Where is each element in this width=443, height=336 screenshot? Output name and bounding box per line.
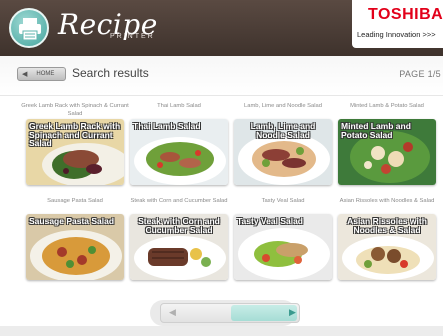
recipe-overlay-title: Minted Lamb and Potato Salad: [341, 121, 411, 140]
recipe-photo: Lamb, Lime and Noodle Salad: [234, 119, 332, 185]
home-button-label: HOME: [36, 71, 55, 77]
page-scroller-thumb[interactable]: [231, 305, 297, 321]
recipe-overlay-title: Sausage Pasta Salad: [29, 216, 115, 226]
recipe-overlay-title: Asian Rissoles with Noodles & Salad: [347, 216, 427, 235]
footer-bar: [0, 326, 443, 336]
recipe-photo: Thai Lamb Salad: [130, 119, 228, 185]
page-scroller[interactable]: ◀ ▶: [160, 303, 300, 323]
recipe-photo: Asian Rissoles with Noodles & Salad: [338, 214, 436, 280]
recipe-overlay-title: Steak with Corn and Cucumber Salad: [138, 216, 220, 235]
recipe-overlay-title: Thai Lamb Salad: [133, 121, 201, 131]
page-indicator: PAGE 1/5: [399, 69, 441, 79]
home-button[interactable]: ◀ HOME: [17, 67, 66, 81]
recipe-photo: Tasty Veal Salad: [234, 214, 332, 280]
recipe-caption: Greek Lamb Rack with Spinach & Currant S…: [21, 103, 129, 117]
recipe-caption: Tasty Veal Salad: [261, 198, 305, 204]
recipe-photo: Sausage Pasta Salad: [26, 214, 124, 280]
brand-logo: TOSHIBA Leading Innovation >>>: [352, 0, 443, 48]
left-triangle-icon[interactable]: ◀: [169, 307, 176, 318]
recipe-caption: Steak with Corn and Cucumber Salad: [130, 198, 228, 204]
page-title: Search results: [72, 66, 149, 80]
recipe-overlay-title: Lamb, Lime and Noodle Salad: [250, 121, 316, 140]
app-logo-subtitle: PRINTER: [110, 33, 155, 40]
recipe-caption: Minted Lamb & Potato Salad: [350, 103, 424, 109]
recipe-photo: Steak with Corn and Cucumber Salad: [130, 214, 228, 280]
app-header: Recipe PRINTER TOSHIBA Leading Innovatio…: [0, 0, 443, 56]
toolbar: ◀ HOME Search results PAGE 1/5: [0, 56, 443, 96]
recipe-caption: Sausage Pasta Salad: [47, 198, 103, 204]
recipe-photo: Greek Lamb Rack with Spinach and Currant…: [26, 119, 124, 185]
recipe-overlay-title: Tasty Veal Salad: [237, 216, 303, 226]
printer-icon: [9, 8, 49, 48]
recipe-caption: Asian Rissoles with Noodles & Salad: [339, 198, 435, 204]
brand-name: TOSHIBA: [368, 6, 443, 23]
left-arrow-icon: ◀: [22, 71, 28, 78]
recipe-caption: Thai Lamb Salad: [157, 103, 201, 109]
recipe-overlay-title: Greek Lamb Rack with Spinach and Currant…: [29, 121, 121, 148]
brand-tagline: Leading Innovation >>>: [357, 30, 436, 39]
recipe-photo: Minted Lamb and Potato Salad: [338, 119, 436, 185]
recipe-caption: Lamb, Lime and Noodle Salad: [244, 103, 322, 109]
right-triangle-icon[interactable]: ▶: [289, 307, 296, 318]
